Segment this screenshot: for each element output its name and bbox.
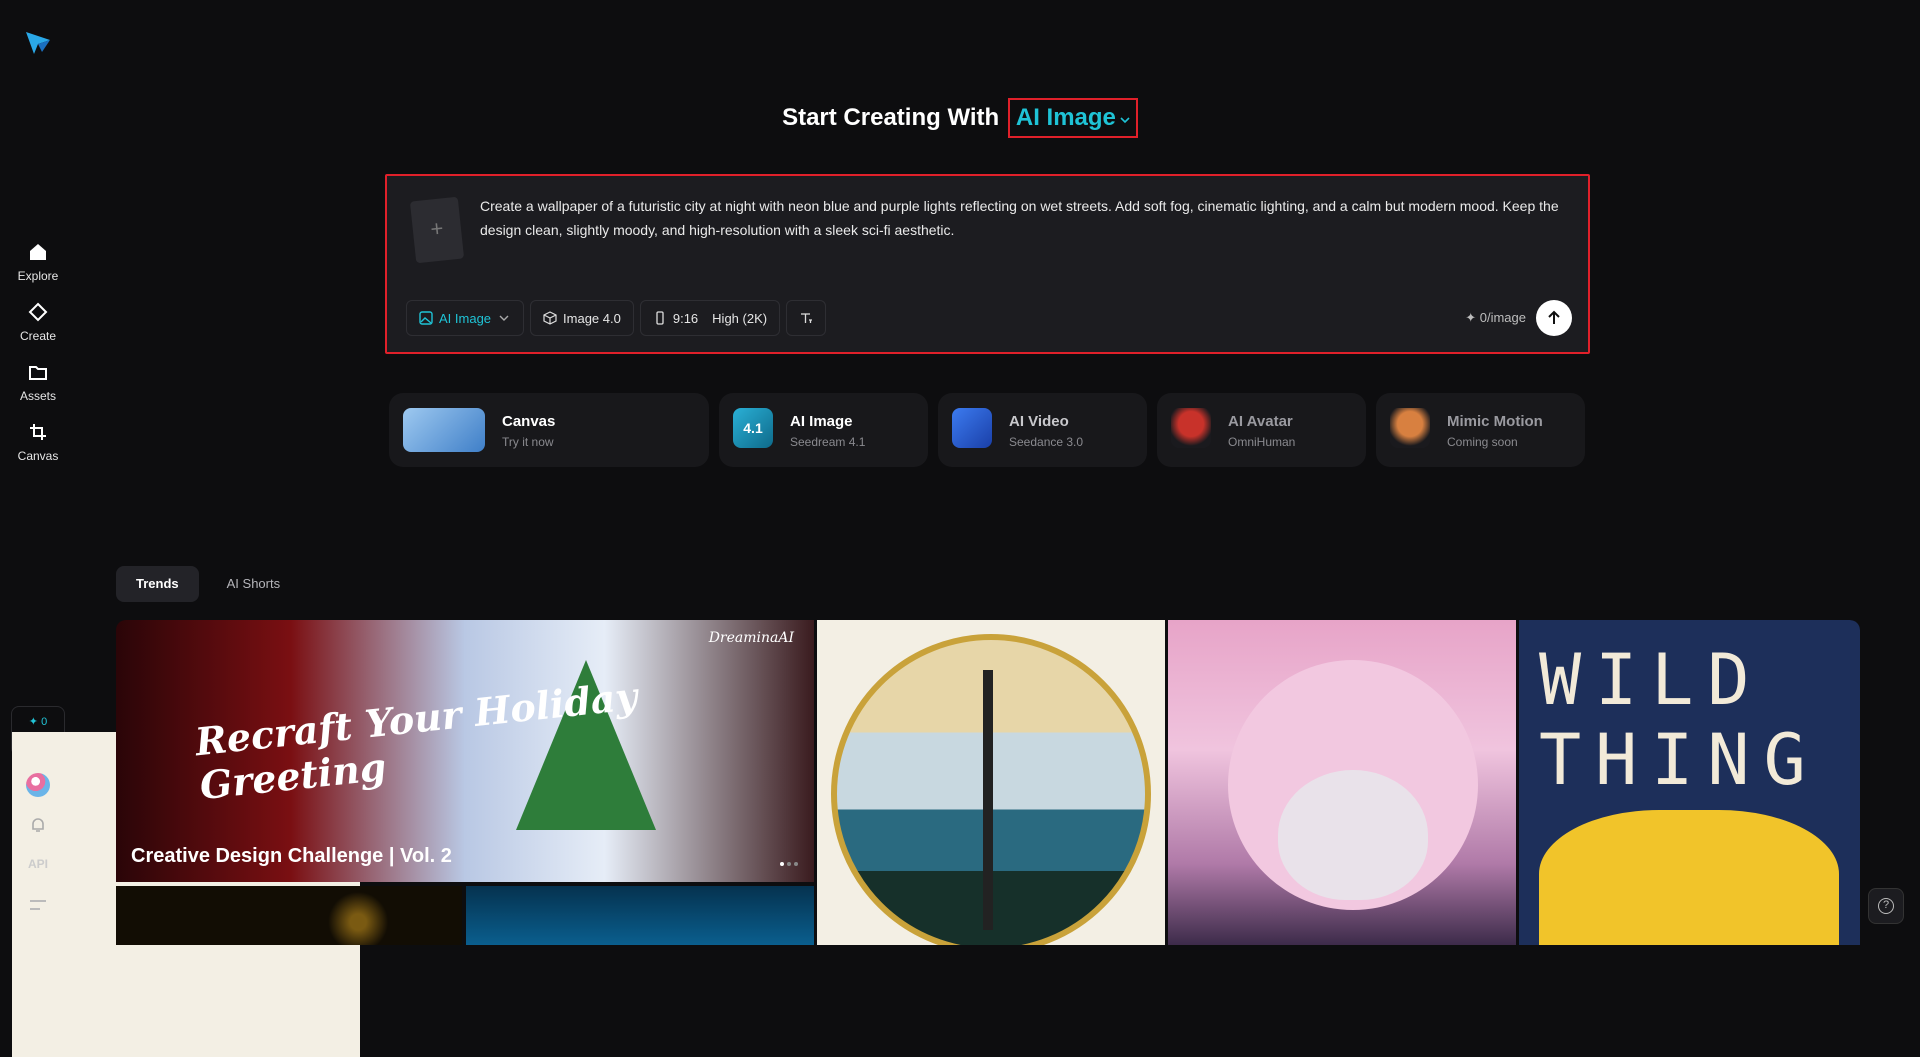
bunny-image [1278,770,1428,900]
title-prefix: Start Creating With [782,104,1000,131]
gallery-card-seattle[interactable] [817,620,1165,945]
feature-title: AI Avatar [1228,413,1293,430]
feature-card-ai-video[interactable]: AI Video Seedance 3.0 [938,393,1147,467]
banner-caption: Creative Design Challenge | Vol. 2 [131,845,452,867]
gallery-tabs: Trends AI Shorts [116,566,300,602]
feature-card-ai-image[interactable]: 4.1 AI Image Seedream 4.1 [719,393,928,467]
generate-button[interactable] [1536,300,1572,336]
gallery-card[interactable] [466,886,814,945]
feature-title: AI Image [790,413,853,430]
feature-subtitle: Try it now [502,435,554,449]
add-reference-button[interactable]: + [409,196,465,264]
sidebar-item-explore[interactable]: Explore [0,241,76,285]
mode-label: AI Image [1015,104,1116,131]
cube-icon [543,311,557,325]
credits-count: ✦ 0 [28,716,48,728]
help-icon: ? [1878,898,1894,914]
prompt-input[interactable]: Create a wallpaper of a futuristic city … [480,194,1570,242]
ai-video-thumbnail [952,408,992,448]
text-style-button[interactable] [786,300,827,336]
chevron-down-icon [499,315,509,321]
type-label: AI Image [439,310,492,326]
mode-dropdown[interactable]: AI Image [1007,98,1138,138]
gallery: Recraft Your Holiday Greeting DreaminaAI… [116,620,1860,945]
tab-trends[interactable]: Trends [116,566,199,602]
sidebar-item-create[interactable]: Create [0,301,76,345]
tab-ai-shorts[interactable]: AI Shorts [207,566,300,602]
gallery-card-bunny[interactable] [1168,620,1516,945]
upgrade-button[interactable]: ✦ 0 Upgrade [11,706,360,1057]
menu-icon[interactable] [29,897,47,913]
page-title: Start Creating With AI Image [0,98,1920,138]
prompt-toolbar: AI Image Image 4.0 9:16 High (2K) [406,300,827,336]
feature-title: AI Video [1009,413,1069,430]
carousel-dots[interactable] [780,862,798,866]
feature-cards: Canvas Try it now 4.1 AI Image Seedream … [389,393,1585,467]
ratio-label: 9:16 [672,310,699,326]
mimic-motion-thumbnail [1390,408,1430,448]
crop-icon [30,424,46,440]
model-label: Image 4.0 [563,310,621,326]
feature-subtitle: Seedream 4.1 [790,435,866,449]
diamond-icon [28,302,48,322]
bell-icon[interactable] [28,815,48,835]
canvas-thumbnail [403,408,485,452]
arrow-up-icon [1548,310,1560,324]
leopard-image [1539,810,1839,945]
gallery-card-wild-thing[interactable]: WILD THING [1519,620,1860,945]
banner-brand: DreaminaAI [708,630,794,646]
chevron-down-icon [1120,117,1130,124]
api-link[interactable]: API [0,857,76,871]
feature-subtitle: Seedance 3.0 [1009,435,1084,449]
sidebar-item-canvas[interactable]: Canvas [0,421,76,465]
feature-subtitle: OmniHuman [1228,435,1296,449]
quality-label: High (2K) [712,310,768,326]
space-needle-image [983,670,993,930]
feature-title: Canvas [502,413,556,430]
sidebar-item-label: Explore [17,269,59,283]
phone-icon [656,311,664,325]
ratio-quality-selector[interactable]: 9:16 High (2K) [639,300,781,336]
feature-subtitle: Coming soon [1447,435,1518,449]
cost-label: ✦ 0/image [1465,310,1526,325]
feature-title: Mimic Motion [1447,413,1543,430]
prompt-box: + Create a wallpaper of a futuristic cit… [385,174,1590,354]
image-icon [419,311,433,325]
sidebar-item-label: Assets [19,389,56,403]
model-selector[interactable]: Image 4.0 [530,300,634,336]
feature-card-mimic-motion[interactable]: Mimic Motion Coming soon [1376,393,1585,467]
text-icon [801,313,813,323]
wild-thing-text: WILD THING [1539,639,1820,801]
folder-icon [29,366,47,380]
banner-card[interactable]: Recraft Your Holiday Greeting DreaminaAI… [116,620,814,882]
gallery-card[interactable] [116,886,462,945]
home-icon [30,244,46,260]
help-button[interactable]: ? [1868,888,1904,924]
feature-card-canvas[interactable]: Canvas Try it now [389,393,709,467]
sidebar-item-label: Canvas [17,449,59,463]
sidebar-item-label: Create [19,329,57,343]
banner-headline: Recraft Your Holiday Greeting [192,673,640,809]
ai-image-thumbnail: 4.1 [733,408,773,448]
ai-avatar-thumbnail [1171,408,1211,448]
dreamina-logo-icon[interactable] [24,28,52,56]
sidebar-item-assets[interactable]: Assets [0,361,76,405]
sidebar: Explore Create Assets Canvas ✦ 0 Upgrade… [0,0,360,1057]
feature-card-ai-avatar[interactable]: AI Avatar OmniHuman [1157,393,1366,467]
type-selector[interactable]: AI Image [406,300,525,336]
avatar[interactable] [26,773,50,797]
